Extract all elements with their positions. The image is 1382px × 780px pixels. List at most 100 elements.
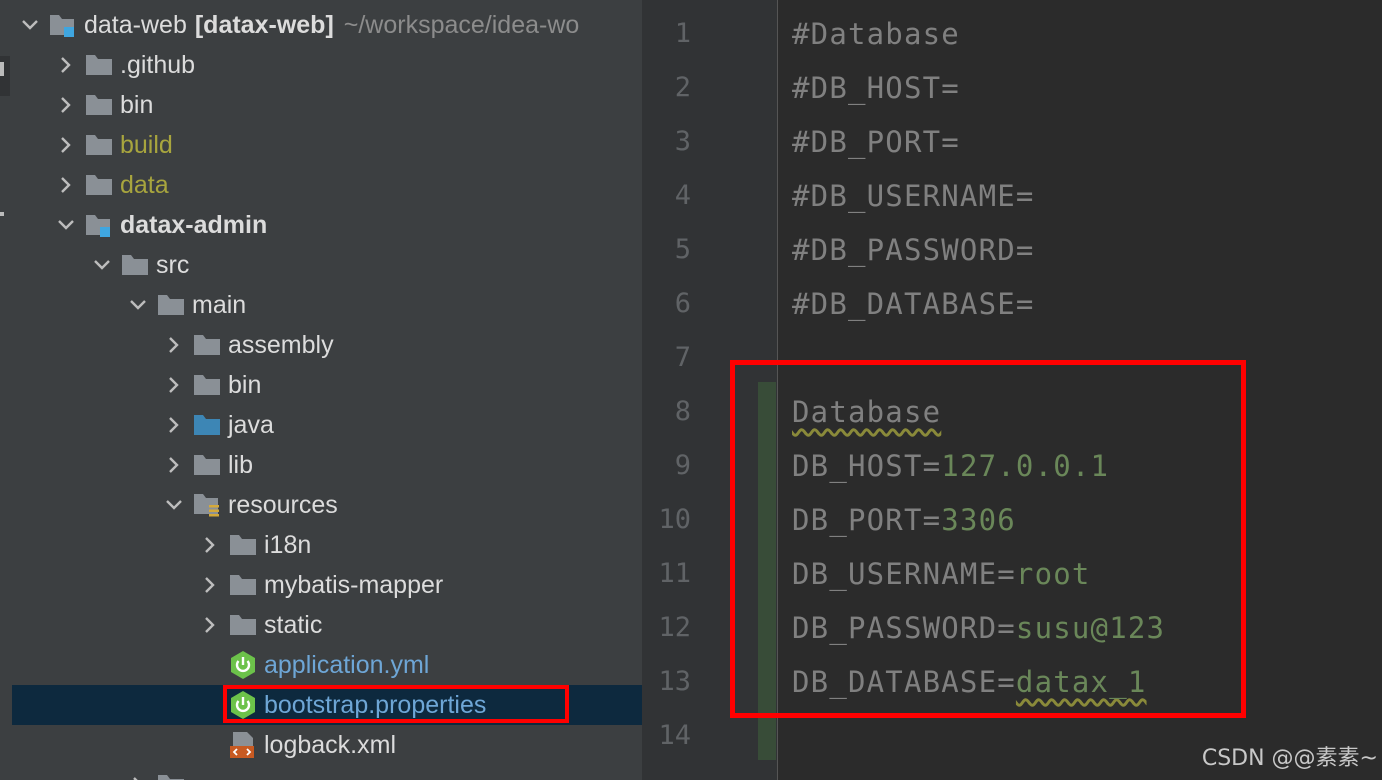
tree-item-label: static: [264, 611, 323, 639]
property-value: susu@123: [1015, 611, 1166, 645]
spring-boot-icon: [228, 650, 258, 680]
module-folder-icon: [48, 10, 78, 40]
chevron-right-icon[interactable]: [156, 365, 192, 405]
line-number: 7: [674, 342, 691, 373]
tree-item-label: bin: [228, 371, 262, 399]
tree-row-mybatis-mapper[interactable]: mybatis-mapper: [12, 565, 642, 605]
code-line[interactable]: #DB_USERNAME=: [792, 169, 1035, 223]
line-number: 10: [658, 504, 691, 535]
folder-icon: [84, 170, 114, 200]
chevron-right-icon[interactable]: [192, 565, 228, 605]
vcs-change-marker[interactable]: [758, 382, 776, 760]
xml-file-icon: [228, 730, 258, 760]
folder-icon: [192, 370, 222, 400]
code-line[interactable]: DB_USERNAME=root: [792, 547, 1091, 601]
folder-icon: [120, 250, 150, 280]
tree-row-main-bin[interactable]: bin: [12, 365, 642, 405]
tree-row-main[interactable]: main: [12, 285, 642, 325]
chevron-right-icon[interactable]: [156, 325, 192, 365]
tree-row-build[interactable]: build: [12, 125, 642, 165]
code-line[interactable]: DB_PORT=3306: [792, 493, 1016, 547]
line-number: 9: [674, 450, 691, 481]
tree-item-label: build: [120, 131, 173, 159]
property-value: 127.0.0.1: [941, 449, 1110, 483]
chevron-right-icon[interactable]: [120, 765, 156, 780]
folder-icon: [192, 330, 222, 360]
chevron-right-icon[interactable]: [156, 405, 192, 445]
chevron-right-icon[interactable]: [156, 445, 192, 485]
code-line[interactable]: #Database: [792, 7, 960, 61]
tree-row-lib[interactable]: lib: [12, 445, 642, 485]
tree-row-i18n[interactable]: i18n: [12, 525, 642, 565]
code-editor[interactable]: 1 2 3 4 5 6 7 8 9 10 11 12 13 14 #Databa…: [642, 0, 1382, 780]
tree-row-github[interactable]: .github: [12, 45, 642, 85]
tree-row-src[interactable]: src: [12, 245, 642, 285]
folder-icon: [228, 570, 258, 600]
tree-item-label: .github: [120, 51, 196, 79]
comment-text: #DB_DATABASE=: [792, 287, 1035, 321]
root-module-name: [datax-web]: [194, 11, 334, 39]
chevron-down-icon[interactable]: [84, 245, 120, 285]
property-value: 3306: [941, 503, 1016, 537]
chevron-down-icon[interactable]: [120, 285, 156, 325]
line-number: 6: [674, 288, 691, 319]
line-number: 1: [674, 18, 691, 49]
chevron-right-icon[interactable]: [48, 45, 84, 85]
chevron-down-icon[interactable]: [12, 5, 48, 45]
tree-item-label: lib: [228, 451, 254, 479]
tree-item-label: src: [156, 251, 190, 279]
comment-text: #Database: [792, 17, 960, 51]
tree-row-bootstrap-properties[interactable]: bootstrap.properties: [12, 685, 642, 725]
code-line[interactable]: #DB_HOST=: [792, 61, 960, 115]
chevron-right-icon[interactable]: [48, 165, 84, 205]
tree-item-label: i18n: [264, 531, 312, 559]
property-value: root: [1015, 557, 1091, 591]
tree-row-resources[interactable]: resources: [12, 485, 642, 525]
tree-item-label: java: [228, 411, 274, 439]
line-number: 11: [658, 558, 691, 589]
tree-row-data[interactable]: data: [12, 165, 642, 205]
tree-row-root[interactable]: data-web [datax-web] ~/workspace/idea-wo: [12, 5, 642, 45]
resources-folder-icon: [192, 490, 222, 520]
code-line[interactable]: Database: [792, 385, 941, 439]
code-line[interactable]: #DB_DATABASE=: [792, 277, 1035, 331]
comment-text: #DB_PORT=: [792, 125, 960, 159]
spring-boot-icon: [228, 690, 258, 720]
tree-row-partial[interactable]: [12, 765, 642, 780]
chevron-down-icon[interactable]: [48, 205, 84, 245]
tree-row-bin[interactable]: bin: [12, 85, 642, 125]
line-number: 2: [674, 72, 691, 103]
code-line[interactable]: DB_HOST=127.0.0.1: [792, 439, 1109, 493]
tree-row-logback-xml[interactable]: logback.xml: [12, 725, 642, 765]
line-number: 4: [674, 180, 691, 211]
chevron-down-icon[interactable]: [156, 485, 192, 525]
chevron-right-icon[interactable]: [192, 525, 228, 565]
folder-icon: [228, 530, 258, 560]
code-line[interactable]: DB_PASSWORD=susu@123: [792, 601, 1165, 655]
tree-item-label: application.yml: [264, 651, 430, 679]
tree-item-label: resources: [228, 491, 338, 519]
comment-text: #DB_HOST=: [792, 71, 960, 105]
source-folder-icon: [192, 410, 222, 440]
code-line[interactable]: #DB_PORT=: [792, 115, 960, 169]
tool-window-strip: [0, 0, 10, 780]
property-key: DB_PORT=: [792, 503, 942, 537]
tree-row-java[interactable]: java: [12, 405, 642, 445]
property-value: datax_1: [1015, 665, 1147, 699]
tree-row-static[interactable]: static: [12, 605, 642, 645]
code-line[interactable]: #DB_PASSWORD=: [792, 223, 1035, 277]
chevron-right-icon[interactable]: [48, 85, 84, 125]
folder-icon: [192, 450, 222, 480]
chevron-right-icon[interactable]: [192, 605, 228, 645]
line-number: 3: [674, 126, 691, 157]
root-project-path: ~/workspace/idea-wo: [343, 11, 580, 39]
tree-row-assembly[interactable]: assembly: [12, 325, 642, 365]
line-number: 8: [674, 396, 691, 427]
line-number-gutter: 1 2 3 4 5 6 7 8 9 10 11 12 13 14: [642, 0, 778, 780]
project-tree-panel: data-web [datax-web] ~/workspace/idea-wo…: [0, 0, 642, 780]
chevron-right-icon[interactable]: [48, 125, 84, 165]
tree-item-label: datax-admin: [120, 211, 268, 239]
tree-row-datax-admin[interactable]: datax-admin: [12, 205, 642, 245]
code-line[interactable]: DB_DATABASE=datax_1: [792, 655, 1147, 709]
tree-row-application-yml[interactable]: application.yml: [12, 645, 642, 685]
